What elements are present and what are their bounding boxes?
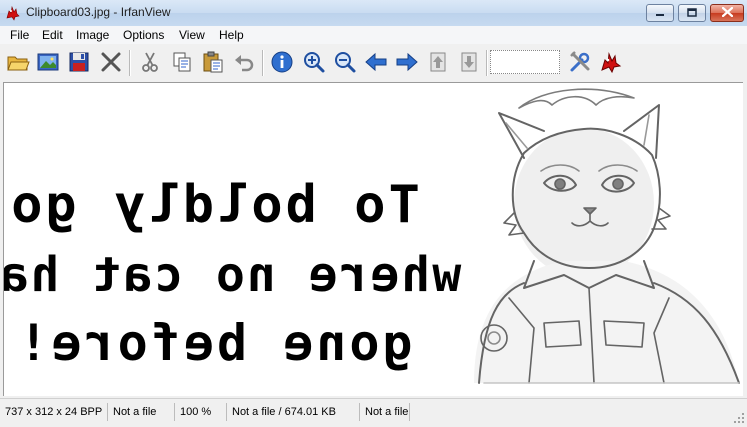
properties-button[interactable] bbox=[568, 50, 592, 74]
status-file-size: Not a file / 674.01 KB bbox=[227, 403, 360, 421]
minimize-icon bbox=[655, 6, 665, 20]
delete-button[interactable] bbox=[99, 50, 123, 74]
close-button[interactable] bbox=[710, 4, 744, 22]
menu-bar: File Edit Image Options View Help bbox=[0, 26, 747, 44]
info-button[interactable] bbox=[270, 50, 294, 74]
next-button[interactable] bbox=[395, 50, 419, 74]
window-title: Clipboard03.jpg - IrfanView bbox=[26, 5, 171, 19]
zoom-in-icon bbox=[304, 52, 325, 73]
menu-image[interactable]: Image bbox=[72, 27, 113, 43]
status-file-index: Not a file bbox=[108, 403, 175, 421]
previous-icon bbox=[365, 52, 387, 72]
maximize-icon bbox=[687, 6, 697, 20]
irfanview-app-icon[interactable] bbox=[5, 5, 21, 21]
status-bar: 737 x 312 x 24 BPP Not a file 100 % Not … bbox=[0, 398, 747, 426]
paste-icon bbox=[203, 51, 223, 73]
paste-button[interactable] bbox=[201, 50, 225, 74]
image-text-line-3: gone before! bbox=[15, 314, 412, 372]
image-viewport[interactable]: To boldly go where no cat has gone befor… bbox=[3, 82, 743, 396]
delete-icon bbox=[101, 52, 121, 72]
copy-button[interactable] bbox=[170, 50, 194, 74]
image-text-line-2: where no cat has bbox=[4, 247, 461, 303]
undo-icon bbox=[235, 55, 254, 72]
previous-button[interactable] bbox=[364, 50, 388, 74]
status-zoom: 100 % bbox=[175, 403, 227, 421]
thumbnails-button[interactable] bbox=[36, 50, 60, 74]
zoom-out-button[interactable] bbox=[333, 50, 357, 74]
irfanview-logo-icon bbox=[601, 52, 622, 74]
last-page-icon bbox=[461, 52, 477, 72]
menu-edit[interactable]: Edit bbox=[38, 27, 67, 43]
irfanview-window: Clipboard03.jpg - IrfanView File Edit Im… bbox=[0, 0, 747, 426]
next-icon bbox=[396, 52, 418, 72]
cut-icon bbox=[142, 52, 158, 72]
save-icon bbox=[69, 52, 89, 72]
toolbar-separator bbox=[129, 50, 131, 76]
last-page-button[interactable] bbox=[457, 50, 481, 74]
maximize-button[interactable] bbox=[678, 4, 706, 22]
toolbar-separator bbox=[262, 50, 264, 76]
zoom-in-button[interactable] bbox=[302, 50, 326, 74]
first-page-button[interactable] bbox=[426, 50, 450, 74]
open-button[interactable] bbox=[6, 50, 30, 74]
about-button[interactable] bbox=[599, 50, 623, 74]
zoom-out-icon bbox=[335, 52, 356, 73]
menu-view[interactable]: View bbox=[175, 27, 209, 43]
copy-icon bbox=[173, 52, 191, 72]
menu-file[interactable]: File bbox=[6, 27, 33, 43]
image-text-line-1: To boldly go bbox=[8, 175, 420, 235]
resize-grip-icon[interactable] bbox=[733, 412, 745, 424]
first-page-icon bbox=[430, 52, 446, 72]
status-image-dimensions: 737 x 312 x 24 BPP bbox=[0, 403, 108, 421]
toolbar-placeholder-box bbox=[490, 50, 560, 74]
close-icon bbox=[721, 6, 733, 20]
minimize-button[interactable] bbox=[646, 4, 674, 22]
cat-sketch bbox=[474, 88, 740, 384]
undo-button[interactable] bbox=[232, 50, 256, 74]
status-file-date: Not a file bbox=[360, 403, 410, 421]
save-button[interactable] bbox=[67, 50, 91, 74]
open-folder-icon bbox=[7, 56, 30, 71]
properties-icon bbox=[570, 51, 590, 72]
title-bar[interactable]: Clipboard03.jpg - IrfanView bbox=[0, 0, 747, 27]
info-icon bbox=[271, 51, 293, 73]
menu-options[interactable]: Options bbox=[119, 27, 168, 43]
cut-button[interactable] bbox=[138, 50, 162, 74]
menu-help[interactable]: Help bbox=[215, 27, 248, 43]
toolbar-separator bbox=[486, 50, 488, 76]
toolbar bbox=[0, 44, 747, 80]
thumbnails-icon bbox=[37, 53, 59, 71]
image-canvas: To boldly go where no cat has gone befor… bbox=[4, 88, 740, 384]
